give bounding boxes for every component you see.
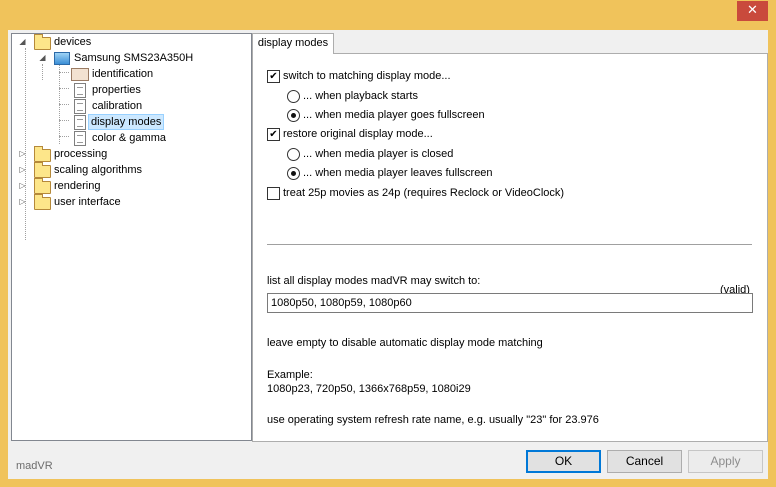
tree-item-user-interface[interactable]: ▷ user interface: [12, 194, 242, 210]
tree-item-label: Samsung SMS23A350H: [74, 52, 194, 64]
example-value: 1080p23, 720p50, 1366x768p59, 1080i29: [267, 383, 471, 395]
tree-item-label: calibration: [92, 100, 143, 112]
treat-25p-checkbox[interactable]: [267, 187, 280, 200]
tree-item-properties[interactable]: properties: [12, 82, 242, 98]
radio-label: ... when media player leaves fullscreen: [303, 167, 493, 179]
tree-item-scaling-algorithms[interactable]: ▷ scaling algorithms: [12, 162, 242, 178]
close-button[interactable]: ✕: [737, 1, 768, 21]
display-modes-input[interactable]: [267, 293, 753, 313]
tree-item-label: properties: [92, 84, 141, 96]
collapsed-arrow-icon[interactable]: ▷: [18, 149, 27, 158]
tree-item-label: processing: [54, 148, 108, 160]
expanded-arrow-icon[interactable]: ◢: [18, 37, 27, 46]
page-icon: [74, 99, 86, 114]
tree-item-display-modes[interactable]: display modes: [12, 114, 242, 130]
example-label: Example:: [267, 369, 313, 381]
app-window: ✕ ◢ devices ◢ Samsung SMS23A350H identif…: [0, 0, 776, 487]
playback-starts-radio[interactable]: [287, 90, 300, 103]
tree-item-calibration[interactable]: calibration: [12, 98, 242, 114]
settings-tree[interactable]: ◢ devices ◢ Samsung SMS23A350H identific…: [11, 33, 252, 441]
switch-matching-checkbox[interactable]: ✔: [267, 70, 280, 83]
hint-empty-text: leave empty to disable automatic display…: [267, 337, 543, 349]
tree-item-samsung[interactable]: ◢ Samsung SMS23A350H: [12, 50, 242, 66]
collapsed-arrow-icon[interactable]: ▷: [18, 197, 27, 206]
checkbox-label: treat 25p movies as 24p (requires Recloc…: [283, 187, 565, 199]
tree-item-label: rendering: [54, 180, 101, 192]
goes-fullscreen-radio[interactable]: [287, 109, 300, 122]
display-modes-panel: ✔ switch to matching display mode... ...…: [252, 53, 768, 442]
folder-icon: [34, 178, 51, 194]
radio-label: ... when media player goes fullscreen: [303, 109, 485, 121]
tree-item-devices[interactable]: ◢ devices: [12, 34, 242, 50]
leaves-fullscreen-radio[interactable]: [287, 167, 300, 180]
folder-icon: [34, 194, 51, 210]
page-icon: [74, 115, 86, 130]
radio-label: ... when media player is closed: [303, 148, 454, 160]
checkbox-label: switch to matching display mode...: [283, 70, 451, 82]
folder-icon: [34, 34, 51, 50]
tree-item-processing[interactable]: ▷ processing: [12, 146, 242, 162]
tree-item-label: scaling algorithms: [54, 164, 143, 176]
folder-icon: [34, 146, 51, 162]
tree-item-rendering[interactable]: ▷ rendering: [12, 178, 242, 194]
cancel-button[interactable]: Cancel: [607, 450, 682, 473]
tree-item-label: display modes: [88, 114, 165, 130]
tree-item-color-gamma[interactable]: color & gamma: [12, 130, 242, 146]
ok-button[interactable]: OK: [526, 450, 601, 473]
checkbox-label: restore original display mode...: [283, 128, 433, 140]
dialog-client: ◢ devices ◢ Samsung SMS23A350H identific…: [8, 30, 768, 479]
close-icon: ✕: [747, 3, 758, 18]
divider: [267, 244, 752, 245]
apply-button[interactable]: Apply: [688, 450, 763, 473]
collapsed-arrow-icon[interactable]: ▷: [18, 165, 27, 174]
player-closed-radio[interactable]: [287, 148, 300, 161]
restore-original-checkbox[interactable]: ✔: [267, 128, 280, 141]
tree-item-label: devices: [54, 36, 92, 48]
tree-item-identification[interactable]: identification: [12, 66, 242, 82]
tree-item-label: user interface: [54, 196, 121, 208]
hint-refresh-text: use operating system refresh rate name, …: [267, 414, 599, 426]
page-icon: [74, 83, 86, 98]
tree-item-label: color & gamma: [92, 132, 166, 144]
modes-list-label: list all display modes madVR may switch …: [267, 275, 481, 287]
radio-label: ... when playback starts: [303, 90, 418, 102]
monitor-icon: [54, 52, 70, 65]
expanded-arrow-icon[interactable]: ◢: [38, 53, 47, 62]
collapsed-arrow-icon[interactable]: ▷: [18, 181, 27, 190]
app-name-label: madVR: [16, 460, 53, 472]
page-icon: [74, 131, 86, 146]
tab-display-modes[interactable]: display modes: [252, 33, 334, 54]
folder-icon: [34, 162, 51, 178]
id-card-icon: [71, 68, 89, 81]
tree-item-label: identification: [92, 68, 154, 80]
